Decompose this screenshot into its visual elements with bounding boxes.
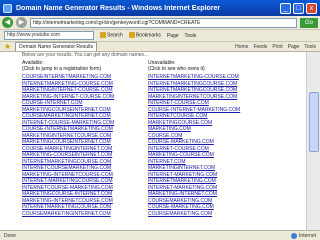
available-domain-link[interactable]: MARKETINGINTERNET-COURSE.COM xyxy=(22,87,114,94)
scroll-thumb[interactable] xyxy=(309,92,319,152)
available-domain-link[interactable]: MARKETINGCOURSE-INTERNET.COM xyxy=(22,191,114,198)
results-intro: Below are your results. You can get any … xyxy=(22,52,149,58)
available-domain-link[interactable]: COURSEMARKETINGINTERNET.COM xyxy=(22,211,114,218)
status-bar: Done Internet xyxy=(0,230,320,240)
toolbar-tools-label: Tools xyxy=(184,32,197,39)
toolbar-page[interactable]: Page xyxy=(167,33,179,39)
zone-label: Internet xyxy=(299,232,316,239)
command-tools[interactable]: Tools xyxy=(304,44,316,50)
toolbar-search[interactable]: Search xyxy=(100,32,123,39)
available-domain-link[interactable]: COURSEMARKETINGINTERNET.COM xyxy=(22,113,114,120)
vertical-scrollbar[interactable] xyxy=(306,52,320,230)
tab-active[interactable]: Domain Name Generator Results xyxy=(15,42,98,51)
command-home[interactable]: Home xyxy=(235,44,248,50)
available-list: COURSEINTERNETMARKETING.COM INTERNETMARKE… xyxy=(22,74,114,217)
command-bar: Home Feeds Print Page Tools xyxy=(235,44,316,50)
toolbar-search-label: Search xyxy=(107,32,123,39)
unavailable-column: Unavailable: (Click to see who owns it) … xyxy=(148,60,240,217)
address-bar: ◀ ▶ http://internetmarketing.com/cgi-bin… xyxy=(0,16,320,30)
available-column: Available: (Click to jump to a registrat… xyxy=(22,60,114,217)
available-domain-link[interactable]: COURSEINTERNETMARKETING.COM xyxy=(22,74,114,81)
globe-icon xyxy=(291,232,298,239)
bookmarks-icon xyxy=(128,32,135,39)
security-zone: Internet xyxy=(291,232,316,239)
available-domain-link[interactable]: INTERNETMARKETINGCOURSE.COM xyxy=(22,204,114,211)
back-button[interactable]: ◀ xyxy=(2,17,13,28)
unavailable-list: INTERNETMARKETING-COURSE.COM INTERNETMARK… xyxy=(148,74,240,217)
close-button[interactable]: x xyxy=(306,2,317,14)
unavailable-domain-link[interactable]: INTERNETMARKETING-COURSE.COM xyxy=(148,74,240,81)
unavailable-subheading: (Click to see who owns it) xyxy=(148,66,205,72)
unavailable-domain-link[interactable]: COURSEMARKETING.COM xyxy=(148,211,240,218)
available-domain-link[interactable]: INTERNETCOURSEMARKETING.COM xyxy=(22,165,114,172)
ie-icon xyxy=(3,3,12,13)
command-feeds[interactable]: Feeds xyxy=(253,44,267,50)
available-domain-link[interactable]: MARKETING-COURSEINTERNET.COM xyxy=(22,152,114,159)
go-button[interactable]: Go xyxy=(300,17,318,28)
window-controls: _ □ x xyxy=(280,2,317,14)
available-domain-link[interactable]: INTERNET-MARKETINGCOURSE.COM xyxy=(22,178,114,185)
forward-button[interactable]: ▶ xyxy=(16,17,27,28)
browser-window: Domain Name Generator Results - Windows … xyxy=(0,0,320,240)
toolbar-bookmarks[interactable]: Bookmarks xyxy=(128,32,161,39)
toolbar-bookmarks-label: Bookmarks xyxy=(135,32,161,39)
minimize-button[interactable]: _ xyxy=(280,2,291,14)
command-page[interactable]: Page xyxy=(288,44,300,50)
search-icon xyxy=(100,32,106,39)
title-bar[interactable]: Domain Name Generator Results - Windows … xyxy=(0,0,320,16)
available-domain-link[interactable]: MARKETINGCOURSEINTERNET.COM xyxy=(22,139,114,146)
favorites-star-icon[interactable]: ★ xyxy=(4,42,11,51)
tab-row: ★ Domain Name Generator Results Home Fee… xyxy=(0,42,320,52)
window-title: Domain Name Generator Results - Windows … xyxy=(16,4,221,12)
toolbar-page-label: Page xyxy=(166,32,179,39)
command-print[interactable]: Print xyxy=(272,44,282,50)
maximize-button[interactable]: □ xyxy=(293,2,304,14)
search-input[interactable]: http://www.youtube.com xyxy=(4,31,94,40)
status-text: Done xyxy=(4,232,16,239)
toolbar-tools[interactable]: Tools xyxy=(185,33,197,39)
toolbar: http://www.youtube.com Search Bookmarks … xyxy=(0,30,320,42)
available-domain-link[interactable]: COURSE-INTERNETMARKETING.COM xyxy=(22,126,114,133)
url-field[interactable]: http://internetmarketing.com/cgi-bin/gen… xyxy=(30,17,297,28)
page-content: Below are your results. You can get any … xyxy=(0,52,306,230)
unavailable-domain-link[interactable]: INTERNETMARKETINGCOURSE.COM xyxy=(148,87,240,94)
available-subheading: (Click to jump to a registration form) xyxy=(22,66,102,72)
